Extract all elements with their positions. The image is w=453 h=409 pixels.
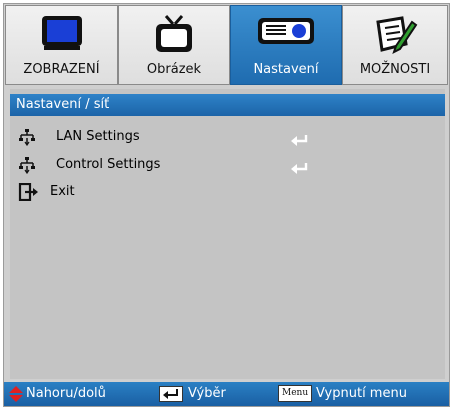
menu-item-control-settings[interactable]: Control Settings: [10, 154, 445, 176]
menu-item-exit[interactable]: Exit: [10, 181, 445, 203]
enter-icon: [291, 131, 309, 150]
menu-item-label: Control Settings: [56, 157, 161, 172]
tab-zobrazeni[interactable]: ZOBRAZENÍ: [5, 5, 118, 85]
exit-menu-hint: Vypnutí menu: [316, 386, 407, 401]
tv-icon: [152, 14, 196, 60]
select-hint: Výběr: [188, 386, 226, 401]
menu-item-lan-settings[interactable]: LAN Settings: [10, 126, 445, 148]
navigate-hint: Nahoru/dolů: [26, 386, 106, 401]
menu-item-label: LAN Settings: [56, 129, 140, 144]
tab-bar: ZOBRAZENÍ Obrázek Nastavení MOŽNOSTI: [5, 5, 448, 85]
status-bar: Nahoru/dolů Výběr Menu Vypnutí menu: [4, 382, 449, 406]
monitor-icon: [40, 14, 84, 58]
exit-icon: [18, 182, 40, 205]
enter-key-icon: [159, 386, 183, 406]
breadcrumb: Nastavení / síť: [10, 94, 445, 116]
tab-obrazek[interactable]: Obrázek: [118, 5, 230, 85]
content-panel: Nastavení / síť LAN Settings Control Set…: [10, 89, 445, 379]
tab-label: ZOBRAZENÍ: [23, 62, 100, 77]
up-down-arrow-icon: [8, 386, 24, 406]
tab-label: Nastavení: [253, 62, 319, 77]
network-icon: [18, 156, 36, 178]
enter-icon: [291, 159, 309, 178]
tab-moznosti[interactable]: MOŽNOSTI: [342, 5, 448, 85]
tab-nastaveni[interactable]: Nastavení: [230, 5, 342, 85]
tab-label: MOŽNOSTI: [359, 62, 431, 77]
osd-menu: ZOBRAZENÍ Obrázek Nastavení MOŽNOSTI Nas…: [3, 3, 450, 407]
menu-item-label: Exit: [50, 184, 75, 199]
notepad-pencil-icon: [372, 14, 418, 60]
menu-key-icon: Menu: [278, 385, 313, 402]
projector-icon: [256, 14, 316, 54]
breadcrumb-text: Nastavení / síť: [16, 97, 110, 112]
tab-label: Obrázek: [146, 62, 202, 77]
network-icon: [18, 128, 36, 150]
